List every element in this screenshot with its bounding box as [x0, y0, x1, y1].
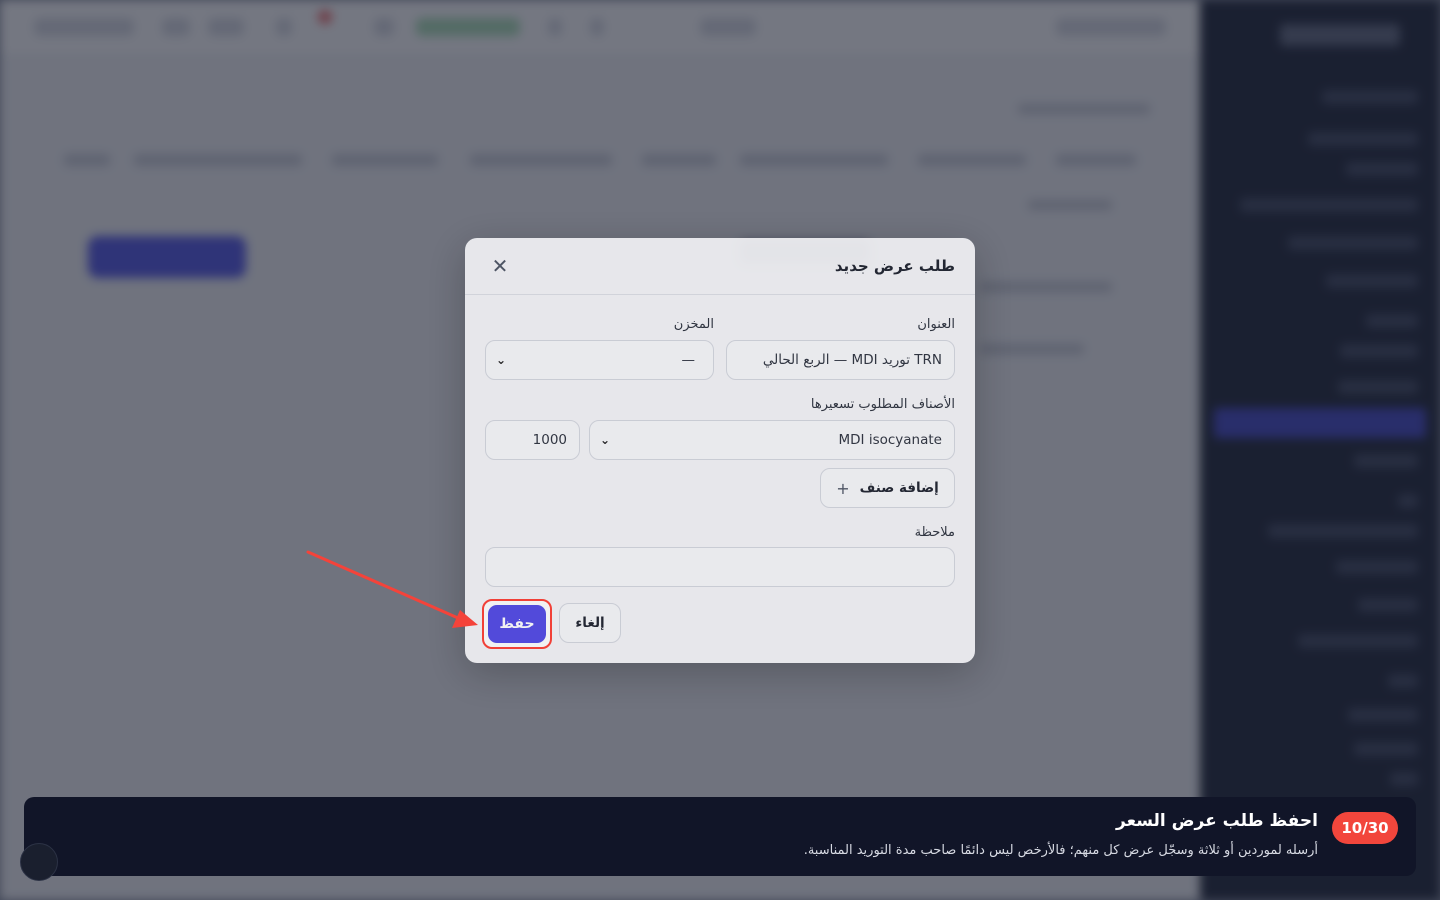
arrow-annotation-icon	[306, 550, 478, 628]
tour-banner: 10/30 احفظ طلب عرض السعر أرسله لموردين أ…	[24, 797, 1416, 876]
warehouse-label: المخزن	[673, 317, 714, 332]
title-input[interactable]: TRN توريد MDI — الربع الحالي	[726, 340, 955, 380]
chevron-down-icon: ⌄	[600, 433, 611, 447]
plus-icon: +	[836, 478, 850, 498]
item-product-value: MDI isocyanate	[838, 432, 942, 448]
items-label: الأصناف المطلوب تسعيرها	[810, 397, 955, 412]
modal-title: طلب عرض جديد	[834, 257, 955, 275]
item-quantity-value: 1000	[532, 432, 567, 448]
save-button[interactable]: حفظ	[488, 605, 546, 643]
note-label: ملاحظة	[914, 525, 955, 540]
new-quotation-request-modal: طلب عرض جديد ✕ العنوان TRN توريد MDI — ا…	[465, 238, 975, 663]
tour-description: أرسله لموردين أو ثلاثة وسجّل عرض كل منهم…	[803, 843, 1318, 858]
help-button[interactable]	[20, 843, 58, 881]
chevron-down-icon: ⌄	[496, 353, 507, 367]
add-item-button[interactable]: إضافة صنف +	[820, 468, 955, 508]
close-button[interactable]: ✕	[485, 251, 515, 281]
title-input-value: TRN توريد MDI — الربع الحالي	[762, 352, 942, 368]
tour-title: احفظ طلب عرض السعر	[1116, 811, 1318, 831]
item-quantity-input[interactable]: 1000	[485, 420, 580, 460]
modal-header: طلب عرض جديد ✕	[465, 238, 975, 295]
close-icon: ✕	[491, 254, 509, 278]
item-product-select[interactable]: MDI isocyanate ⌄	[589, 420, 955, 460]
save-button-highlight: حفظ	[482, 599, 552, 649]
tour-step-badge: 10/30	[1332, 812, 1398, 844]
add-item-label: إضافة صنف	[859, 480, 939, 496]
title-label: العنوان	[917, 317, 955, 332]
cancel-button-label: إلغاء	[575, 615, 605, 631]
cancel-button[interactable]: إلغاء	[559, 603, 621, 643]
warehouse-select[interactable]: — ⌄	[485, 340, 714, 380]
warehouse-select-value: —	[681, 352, 696, 368]
note-input[interactable]	[485, 547, 955, 587]
save-button-label: حفظ	[499, 616, 535, 632]
